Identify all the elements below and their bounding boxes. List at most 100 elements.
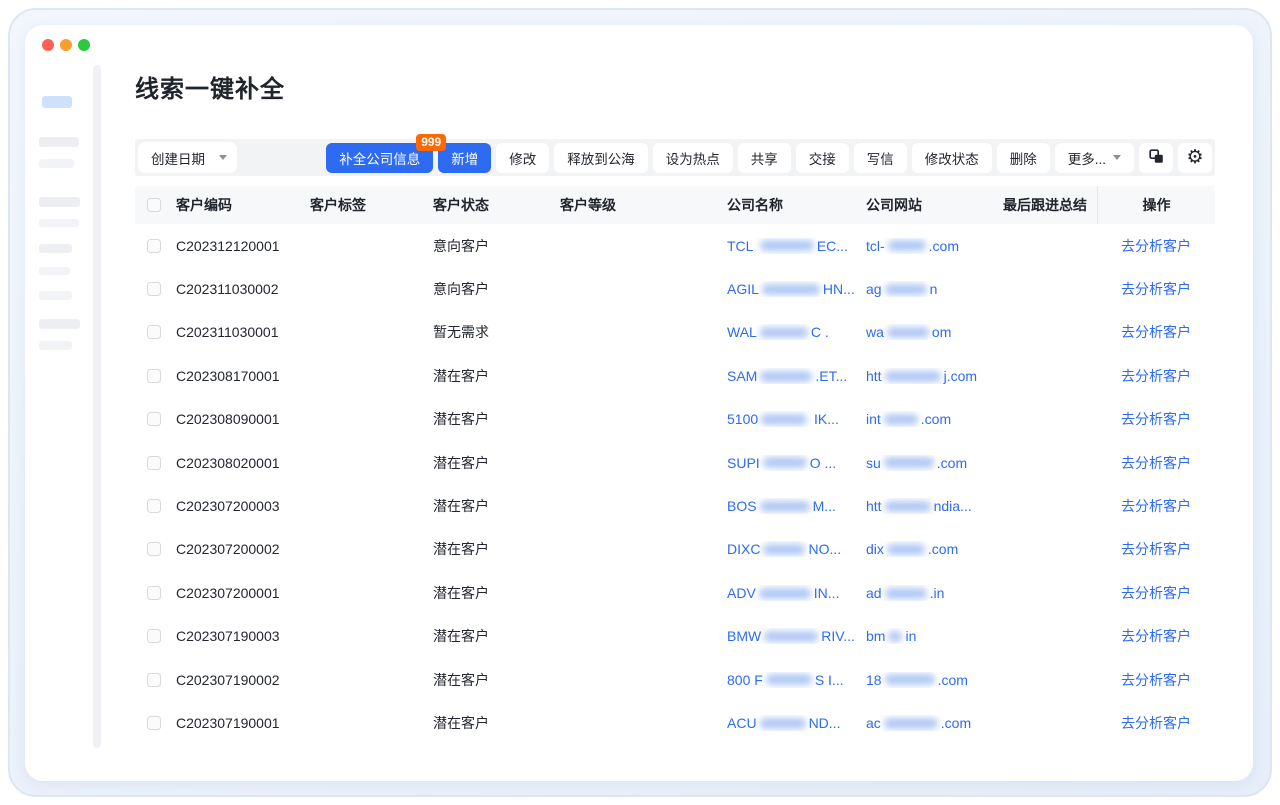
row-status: 潜在客户 bbox=[432, 496, 559, 516]
row-status: 潜在客户 bbox=[432, 626, 559, 646]
row-checkbox[interactable] bbox=[147, 673, 161, 687]
row-checkbox[interactable] bbox=[147, 456, 161, 470]
row-checkbox[interactable] bbox=[147, 412, 161, 426]
change-status-button[interactable]: 修改状态 bbox=[912, 143, 992, 173]
page-title: 线索一键补全 bbox=[135, 69, 285, 104]
redacted-text bbox=[885, 284, 927, 295]
redacted-text bbox=[763, 544, 805, 555]
row-website-link[interactable]: dix.com bbox=[865, 541, 1002, 557]
row-analyze-link[interactable]: 去分析客户 bbox=[1121, 324, 1191, 340]
date-filter-dropdown[interactable]: 创建日期 bbox=[138, 142, 237, 173]
row-code: C202311030001 bbox=[175, 324, 309, 340]
row-checkbox[interactable] bbox=[147, 369, 161, 383]
chevron-down-icon bbox=[219, 155, 227, 160]
row-website-link[interactable]: bmin bbox=[865, 628, 1002, 644]
redacted-text bbox=[885, 501, 931, 512]
row-company-link[interactable]: BOSM... bbox=[726, 498, 865, 514]
chevron-down-icon bbox=[1113, 155, 1121, 160]
row-analyze-link[interactable]: 去分析客户 bbox=[1121, 498, 1191, 514]
table-row: C202312120001 意向客户 TCL EC... tcl-.com 去分… bbox=[135, 224, 1215, 267]
sync-button[interactable] bbox=[1139, 143, 1173, 173]
row-analyze-link[interactable]: 去分析客户 bbox=[1121, 281, 1191, 297]
row-company-link[interactable]: SAM.ET... bbox=[726, 368, 865, 384]
row-analyze-link[interactable]: 去分析客户 bbox=[1121, 585, 1191, 601]
redacted-text bbox=[888, 240, 926, 251]
table-row: C202307190002 潜在客户 800 FS I... 18.com 去分… bbox=[135, 658, 1215, 701]
edit-button[interactable]: 修改 bbox=[496, 143, 549, 173]
row-code: C202307200002 bbox=[175, 541, 309, 557]
row-website-link[interactable]: 18.com bbox=[865, 672, 1002, 688]
row-website-link[interactable]: su.com bbox=[865, 455, 1002, 471]
row-company-link[interactable]: ADVIN... bbox=[726, 585, 865, 601]
row-company-link[interactable]: WALC . bbox=[726, 324, 865, 340]
browser-window: 线索一键补全 创建日期 补全公司信息 999 新增 修改 释放到公海 设为热点 … bbox=[25, 25, 1253, 781]
release-to-pool-button[interactable]: 释放到公海 bbox=[554, 143, 648, 173]
row-checkbox[interactable] bbox=[147, 239, 161, 253]
row-website-link[interactable]: ad.in bbox=[865, 585, 1002, 601]
row-company-link[interactable]: 5100 IK... bbox=[726, 411, 865, 427]
redacted-text bbox=[884, 457, 934, 468]
row-checkbox[interactable] bbox=[147, 586, 161, 600]
table-row: C202307200002 潜在客户 DIXCNO... dix.com 去分析… bbox=[135, 528, 1215, 571]
row-website-link[interactable]: ac.com bbox=[865, 715, 1002, 731]
set-hotspot-button[interactable]: 设为热点 bbox=[653, 143, 733, 173]
row-analyze-link[interactable]: 去分析客户 bbox=[1121, 715, 1191, 731]
row-company-link[interactable]: AGILHN... bbox=[726, 281, 865, 297]
row-company-link[interactable]: DIXCNO... bbox=[726, 541, 865, 557]
row-website-link[interactable]: httndia... bbox=[865, 498, 1002, 514]
row-checkbox[interactable] bbox=[147, 282, 161, 296]
row-code: C202307190002 bbox=[175, 672, 309, 688]
row-checkbox[interactable] bbox=[147, 716, 161, 730]
row-company-link[interactable]: 800 FS I... bbox=[726, 672, 865, 688]
table-row: C202308170001 潜在客户 SAM.ET... httj.com 去分… bbox=[135, 354, 1215, 397]
row-analyze-link[interactable]: 去分析客户 bbox=[1121, 628, 1191, 644]
write-email-button[interactable]: 写信 bbox=[854, 143, 907, 173]
row-analyze-link[interactable]: 去分析客户 bbox=[1121, 455, 1191, 471]
row-company-link[interactable]: BMWRIV... bbox=[726, 628, 865, 644]
row-company-link[interactable]: TCL EC... bbox=[726, 238, 865, 254]
table-row: C202307190001 潜在客户 ACUND... ac.com 去分析客户 bbox=[135, 701, 1215, 744]
row-analyze-link[interactable]: 去分析客户 bbox=[1121, 541, 1191, 557]
sync-icon bbox=[1148, 148, 1165, 168]
toolbar-button-group: 补全公司信息 999 新增 修改 释放到公海 设为热点 共享 交接 写信 修改状… bbox=[326, 143, 1212, 173]
row-analyze-link[interactable]: 去分析客户 bbox=[1121, 411, 1191, 427]
toolbar: 创建日期 补全公司信息 999 新增 修改 释放到公海 设为热点 共享 交接 写… bbox=[135, 139, 1215, 176]
row-website-link[interactable]: tcl-.com bbox=[865, 238, 1002, 254]
row-analyze-link[interactable]: 去分析客户 bbox=[1121, 238, 1191, 254]
row-checkbox[interactable] bbox=[147, 629, 161, 643]
sidebar-item-placeholder bbox=[39, 267, 70, 275]
row-website-link[interactable]: httj.com bbox=[865, 368, 1002, 384]
row-checkbox[interactable] bbox=[147, 325, 161, 339]
add-button[interactable]: 新增 bbox=[438, 143, 491, 173]
table-header: 客户编码 客户标签 客户状态 客户等级 公司名称 公司网站 最后跟进总结 操作 bbox=[135, 186, 1215, 224]
delete-button[interactable]: 删除 bbox=[997, 143, 1050, 173]
column-header-website: 公司网站 bbox=[865, 195, 1002, 215]
select-all-checkbox[interactable] bbox=[147, 198, 161, 212]
row-code: C202308090001 bbox=[175, 411, 309, 427]
complete-company-info-button[interactable]: 补全公司信息 999 bbox=[326, 143, 433, 173]
row-checkbox[interactable] bbox=[147, 499, 161, 513]
row-analyze-link[interactable]: 去分析客户 bbox=[1121, 368, 1191, 384]
sidebar-item-placeholder bbox=[39, 197, 80, 207]
share-button[interactable]: 共享 bbox=[738, 143, 791, 173]
row-company-link[interactable]: ACUND... bbox=[726, 715, 865, 731]
redacted-text bbox=[887, 327, 929, 338]
column-header-action: 操作 bbox=[1097, 186, 1215, 224]
more-button[interactable]: 更多... bbox=[1055, 143, 1134, 173]
date-filter-label: 创建日期 bbox=[151, 148, 205, 168]
sidebar-item-placeholder bbox=[39, 137, 79, 147]
row-company-link[interactable]: SUPIO ... bbox=[726, 455, 865, 471]
row-website-link[interactable]: int.com bbox=[865, 411, 1002, 427]
row-status: 潜在客户 bbox=[432, 583, 559, 603]
row-checkbox[interactable] bbox=[147, 542, 161, 556]
row-website-link[interactable]: agn bbox=[865, 281, 1002, 297]
row-status: 潜在客户 bbox=[432, 670, 559, 690]
complete-company-info-label: 补全公司信息 bbox=[339, 152, 420, 167]
settings-button[interactable]: ⚙ bbox=[1178, 143, 1212, 173]
row-website-link[interactable]: waom bbox=[865, 324, 1002, 340]
row-analyze-link[interactable]: 去分析客户 bbox=[1121, 672, 1191, 688]
handover-button[interactable]: 交接 bbox=[796, 143, 849, 173]
row-status: 潜在客户 bbox=[432, 713, 559, 733]
redacted-text bbox=[764, 631, 818, 642]
row-code: C202308170001 bbox=[175, 368, 309, 384]
